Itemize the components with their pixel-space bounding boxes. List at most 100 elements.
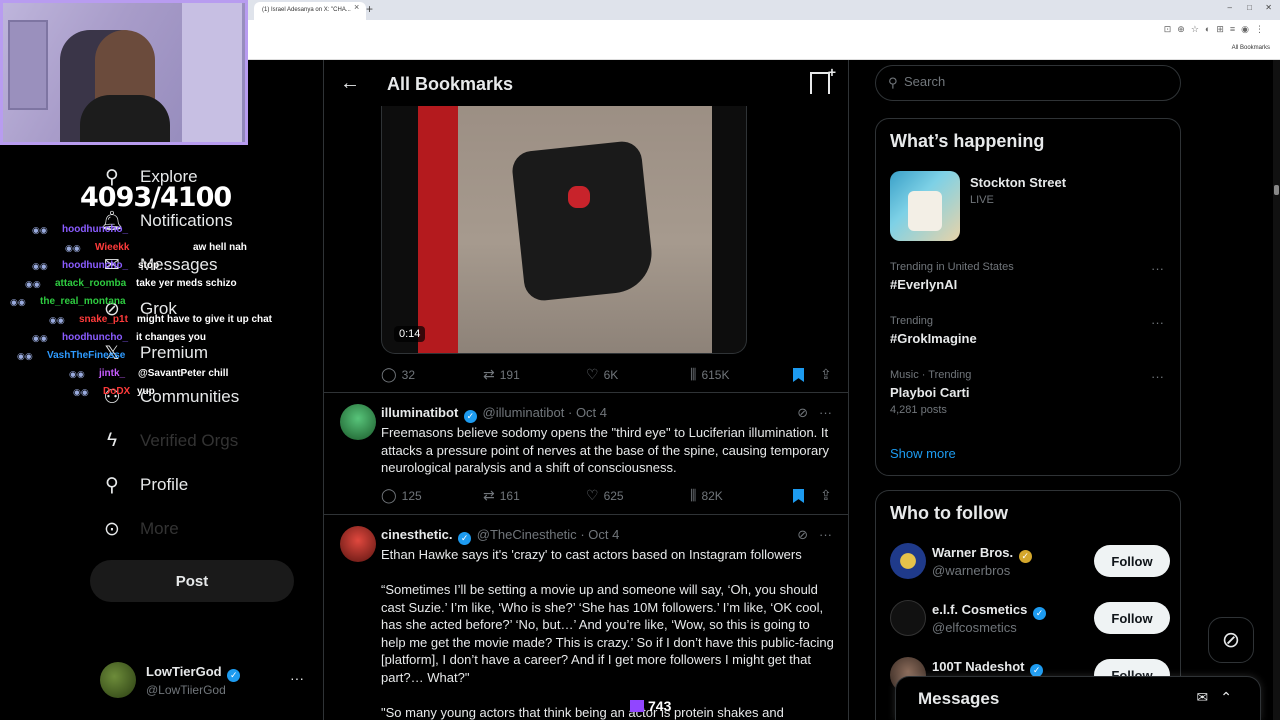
chat-username: snake_p1t xyxy=(79,314,128,325)
sidebar-item-verified-orgs[interactable]: ϟ Verified Orgs xyxy=(100,426,238,456)
verified-badge-icon: ✓ xyxy=(458,532,472,545)
more-icon[interactable]: ··· xyxy=(1151,369,1164,384)
author-name[interactable]: illuminatibot xyxy=(381,405,458,420)
chat-username: jintk_ xyxy=(99,368,126,379)
trend-item[interactable]: Music · Trending Playboi Carti 4,281 pos… xyxy=(890,369,1170,416)
chat-message: ◉◉ DoDX yup xyxy=(0,384,310,402)
author-name[interactable]: cinesthetic. xyxy=(381,527,453,542)
account-name: LowTierGod ✓ xyxy=(146,664,242,682)
show-more-link[interactable]: Show more xyxy=(890,446,956,461)
account-switcher[interactable]: LowTierGod ✓ @LowTiierGod ··· xyxy=(100,662,320,702)
main-timeline: ← All Bookmarks 0:14 ◯32 ⇄191 ♡6K ⫼615K … xyxy=(323,60,849,720)
follow-button[interactable]: Follow xyxy=(1094,602,1170,634)
browser-tab[interactable]: (1) Israel Adesanya on X: "CHA... × xyxy=(254,2,366,20)
grok-icon: ⊘ xyxy=(1221,627,1241,652)
divider xyxy=(324,392,848,393)
author-handle[interactable]: @TheCinesthetic xyxy=(477,527,577,542)
grok-icon[interactable]: ⊘ xyxy=(797,405,808,420)
stream-chat: ◉◉ hoodhuncho_ ◉◉ Wieekk aw hell nah ◉◉ hoodhu… xyxy=(0,222,310,402)
minimize-button[interactable]: – xyxy=(1228,3,1232,12)
follow-goal-counter: 4093/4100 xyxy=(80,182,232,213)
chat-username: the_real_montana xyxy=(40,296,126,307)
live-status-badge: LIVE xyxy=(970,194,994,206)
chat-text: aw hell nah xyxy=(193,242,247,253)
search-box[interactable]: ⚲ xyxy=(875,65,1181,101)
repost-button[interactable]: ⇄ 191 xyxy=(483,366,520,383)
post-button[interactable]: Post xyxy=(90,560,294,602)
chat-message: ◉◉ jintk_ @SavantPeter chill xyxy=(0,366,310,384)
bookmark-icon[interactable] xyxy=(793,368,804,382)
panel-title: What’s happening xyxy=(890,131,1045,151)
extension-icons[interactable]: ⊡⊕☆◐⊞≡◉⋮ xyxy=(1164,24,1270,35)
share-icon[interactable]: ⇪ xyxy=(820,366,832,383)
repost-button[interactable]: ⇄ 161 xyxy=(483,487,520,504)
reply-button[interactable]: ◯ 32 xyxy=(381,366,415,383)
account-name: e.l.f. Cosmetics ✓ xyxy=(932,602,1048,620)
trend-item[interactable]: Trending in United States #EverlynAI ··· xyxy=(890,261,1170,292)
chat-badge-icon: ◉◉ xyxy=(65,243,81,253)
bookmark-folder-add-icon[interactable] xyxy=(810,64,836,94)
chat-badge-icon: ◉◉ xyxy=(32,261,48,271)
chat-badge-icon: ◉◉ xyxy=(10,297,26,307)
follow-suggestion[interactable]: Warner Bros. ✓ @warnerbros Follow xyxy=(890,543,1170,583)
all-bookmarks-folder[interactable]: All Bookmarks xyxy=(1232,45,1270,51)
bookmark-icon[interactable] xyxy=(793,489,804,503)
expand-icon[interactable]: ⌃ xyxy=(1220,689,1244,705)
tab-close-icon[interactable]: × xyxy=(354,2,359,12)
avatar xyxy=(890,600,926,636)
messages-drawer-title: Messages xyxy=(918,689,1000,708)
author-handle[interactable]: @illuminatibot xyxy=(483,405,565,420)
avatar xyxy=(890,543,926,579)
share-icon[interactable]: ⇪ xyxy=(820,487,832,504)
back-arrow-icon[interactable]: ← xyxy=(340,72,360,95)
new-tab-button[interactable]: + xyxy=(366,2,373,16)
chat-username: Wieekk xyxy=(95,242,130,253)
verified-badge-icon: ✓ xyxy=(1033,607,1046,620)
reply-button[interactable]: ◯ 125 xyxy=(381,487,422,504)
scrollbar-thumb[interactable] xyxy=(1274,185,1279,195)
webcam-overlay xyxy=(0,0,248,145)
follow-suggestion[interactable]: e.l.f. Cosmetics ✓ @elfcosmetics Follow xyxy=(890,600,1170,640)
avatar[interactable] xyxy=(340,404,376,440)
grok-floating-button[interactable]: ⊘ xyxy=(1208,617,1254,663)
repost-icon: ⇄ xyxy=(483,366,495,382)
tweet-date[interactable]: · Oct 4 xyxy=(568,405,607,420)
like-button[interactable]: ♡ 6K xyxy=(586,366,618,383)
maximize-button[interactable]: □ xyxy=(1247,3,1252,12)
tweet-video[interactable]: 0:14 xyxy=(381,106,747,354)
divider xyxy=(324,514,848,515)
chat-username: VashTheFinesse xyxy=(47,350,126,361)
whats-happening-panel: What’s happening Stockton Street LIVE Tr… xyxy=(875,118,1181,476)
tweet-date[interactable]: · Oct 4 xyxy=(580,527,619,542)
address-bar[interactable]: ⊡⊕☆◐⊞≡◉⋮ xyxy=(248,20,1280,40)
live-event-name[interactable]: Stockton Street xyxy=(970,175,1066,190)
more-icon[interactable]: ··· xyxy=(819,527,832,542)
page-scrollbar[interactable] xyxy=(1273,60,1280,720)
reply-icon: ◯ xyxy=(381,487,397,503)
tweet-actions: ◯ 32 ⇄ 191 ♡ 6K ⫼ 615K ⇪ xyxy=(381,366,835,386)
live-event-thumbnail[interactable] xyxy=(890,171,960,241)
tweet-header: cinesthetic. ✓ @TheCinesthetic · Oct 4 xyxy=(381,527,619,545)
trend-item[interactable]: Trending #GrokImagine ··· xyxy=(890,315,1170,346)
like-button[interactable]: ♡ 625 xyxy=(586,487,624,504)
more-icon[interactable]: ··· xyxy=(1151,261,1164,276)
search-input[interactable] xyxy=(904,74,1164,89)
new-message-icon[interactable]: ✉ xyxy=(1197,689,1221,705)
follow-button[interactable]: Follow xyxy=(1094,545,1170,577)
tweet-text-quote: “Sometimes I’ll be setting a movie up an… xyxy=(381,582,834,685)
more-icon[interactable]: ··· xyxy=(1151,315,1164,330)
grok-icon[interactable]: ⊘ xyxy=(797,527,808,542)
views-button[interactable]: ⫼ 615K xyxy=(690,366,729,383)
chat-message: ◉◉ attack_roomba take yer meds schizo xyxy=(0,276,310,294)
more-icon[interactable]: ··· xyxy=(819,405,832,420)
account-more-icon[interactable]: ··· xyxy=(290,670,304,686)
search-icon: ⚲ xyxy=(888,75,898,90)
avatar[interactable] xyxy=(340,526,376,562)
views-button[interactable]: ⫼ 82K xyxy=(690,487,723,504)
sidebar-item-more[interactable]: ⊙ More xyxy=(100,514,179,544)
sidebar-item-profile[interactable]: ⚲ Profile xyxy=(100,470,188,500)
close-window-button[interactable]: ✕ xyxy=(1265,3,1272,12)
messages-drawer[interactable]: Messages ✉⌃ xyxy=(895,676,1261,720)
chat-text: @SavantPeter chill xyxy=(138,368,229,379)
heart-icon: ♡ xyxy=(586,487,599,503)
